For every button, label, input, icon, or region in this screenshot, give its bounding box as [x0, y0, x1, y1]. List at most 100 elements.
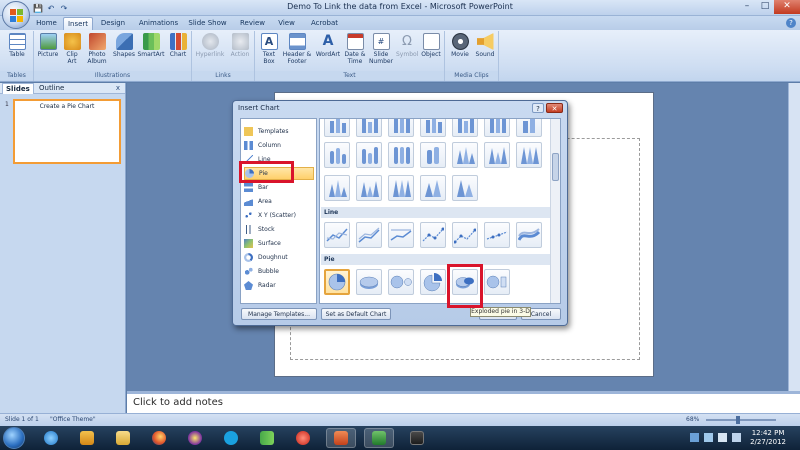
- category-stock[interactable]: Stock: [244, 223, 314, 236]
- dialog-help-button[interactable]: ?: [532, 103, 544, 113]
- smartart-button[interactable]: SmartArt: [137, 33, 165, 58]
- picture-button[interactable]: Picture: [36, 33, 60, 58]
- maximize-button[interactable]: □: [756, 0, 774, 14]
- object-button[interactable]: Object: [419, 33, 443, 58]
- manage-templates-button[interactable]: Manage Templates...: [241, 308, 317, 320]
- taskbar-app-red[interactable]: [288, 428, 318, 448]
- taskbar-media-player[interactable]: [72, 428, 102, 448]
- tab-view[interactable]: View: [274, 17, 299, 30]
- category-radar[interactable]: Radar: [244, 279, 314, 292]
- text-box-button[interactable]: A Text Box: [258, 33, 280, 65]
- office-button[interactable]: [2, 1, 30, 29]
- clip-art-button[interactable]: Clip Art: [62, 33, 82, 65]
- help-icon[interactable]: ?: [786, 18, 796, 28]
- symbol-button[interactable]: Ω Symbol: [396, 33, 418, 58]
- chart-button[interactable]: Chart: [167, 33, 189, 58]
- category-templates[interactable]: Templates: [244, 125, 314, 138]
- chart-thumb-pyramid[interactable]: [356, 175, 382, 201]
- tab-home[interactable]: Home: [33, 17, 60, 30]
- tab-slide-show[interactable]: Slide Show: [185, 17, 230, 30]
- dialog-close-button[interactable]: ✕: [546, 103, 563, 113]
- chart-thumb-pyramid[interactable]: [324, 175, 350, 201]
- chart-thumb-pie-of-pie[interactable]: [388, 269, 414, 295]
- tab-insert[interactable]: Insert: [63, 17, 93, 30]
- tab-design[interactable]: Design: [96, 17, 130, 30]
- gallery-scrollbar-thumb[interactable]: [552, 153, 559, 181]
- movie-button[interactable]: Movie: [448, 33, 472, 58]
- photo-album-button[interactable]: Photo Album: [84, 33, 110, 65]
- category-bar[interactable]: Bar: [244, 181, 314, 194]
- notes-pane[interactable]: Click to add notes: [127, 391, 800, 413]
- tab-acrobat[interactable]: Acrobat: [306, 17, 343, 30]
- chart-thumb-cylinder[interactable]: [420, 142, 446, 168]
- chart-thumb-line-markers[interactable]: [452, 222, 478, 248]
- taskbar-powerpoint[interactable]: [326, 428, 356, 448]
- taskbar-excel[interactable]: [364, 428, 394, 448]
- clock[interactable]: 12:42 PM 2/27/2012: [750, 429, 786, 447]
- chart-thumb-line-3d[interactable]: [516, 222, 542, 248]
- zoom-slider-thumb[interactable]: [735, 416, 740, 424]
- hyperlink-button[interactable]: Hyperlink: [194, 33, 226, 58]
- minimize-button[interactable]: –: [738, 0, 756, 14]
- category-line[interactable]: Line: [244, 153, 314, 166]
- tab-review[interactable]: Review: [237, 17, 268, 30]
- chart-thumb-exploded-pie-3d[interactable]: [452, 269, 478, 295]
- chart-thumb-exploded-pie[interactable]: [420, 269, 446, 295]
- date-time-button[interactable]: Date & Time: [344, 33, 366, 65]
- header-footer-button[interactable]: Header & Footer: [282, 33, 312, 65]
- chart-thumb-cone[interactable]: [484, 142, 510, 168]
- volume-icon[interactable]: [732, 433, 741, 442]
- chart-thumb-cylinder[interactable]: [324, 142, 350, 168]
- chart-thumb-line[interactable]: [388, 222, 414, 248]
- chart-thumb-pyramid[interactable]: [452, 175, 478, 201]
- chart-thumb-pie-3d[interactable]: [356, 269, 382, 295]
- network-icon[interactable]: [718, 433, 727, 442]
- taskbar-yahoo-messenger[interactable]: [180, 428, 210, 448]
- shapes-button[interactable]: Shapes: [112, 33, 136, 58]
- category-column[interactable]: Column: [244, 139, 314, 152]
- pane-close-icon[interactable]: x: [116, 83, 120, 94]
- slide-thumbnail[interactable]: Create a Pie Chart: [13, 99, 121, 164]
- chart-thumb-column-3d[interactable]: [484, 119, 510, 137]
- tab-animations[interactable]: Animations: [136, 17, 181, 30]
- chart-thumb-line-markers[interactable]: [484, 222, 510, 248]
- tab-outline[interactable]: Outline: [36, 83, 67, 94]
- category-bubble[interactable]: Bubble: [244, 265, 314, 278]
- taskbar-firefox[interactable]: [144, 428, 174, 448]
- zoom-level[interactable]: 68%: [686, 416, 699, 423]
- category-doughnut[interactable]: Doughnut: [244, 251, 314, 264]
- chart-thumb-cone[interactable]: [452, 142, 478, 168]
- chart-thumb-pyramid[interactable]: [420, 175, 446, 201]
- chart-thumb-pie[interactable]: [324, 269, 350, 295]
- category-surface[interactable]: Surface: [244, 237, 314, 250]
- chart-thumb-line[interactable]: [324, 222, 350, 248]
- chart-thumb-column-3d[interactable]: [516, 119, 542, 137]
- zoom-slider[interactable]: [706, 416, 776, 424]
- taskbar-internet-explorer[interactable]: [36, 428, 66, 448]
- chart-thumb-cylinder[interactable]: [388, 142, 414, 168]
- taskbar-app-dark[interactable]: [402, 428, 432, 448]
- chart-thumb-line-markers[interactable]: [420, 222, 446, 248]
- category-pie[interactable]: Pie: [244, 167, 314, 180]
- tab-slides[interactable]: Slides: [2, 83, 34, 94]
- slide-number-button[interactable]: # Slide Number: [368, 33, 394, 65]
- chart-thumb-bar-of-pie[interactable]: [484, 269, 510, 295]
- chart-thumb-column[interactable]: [388, 119, 414, 137]
- chart-thumb-column[interactable]: [356, 119, 382, 137]
- taskbar-network-app[interactable]: [252, 428, 282, 448]
- set-default-chart-button[interactable]: Set as Default Chart: [321, 308, 391, 320]
- chart-thumb-cylinder[interactable]: [356, 142, 382, 168]
- tray-icon-1[interactable]: [690, 433, 699, 442]
- chart-thumb-column-3d[interactable]: [452, 119, 478, 137]
- sound-button[interactable]: Sound: [473, 33, 497, 58]
- chart-thumb-pyramid[interactable]: [388, 175, 414, 201]
- tray-icon-2[interactable]: [704, 433, 713, 442]
- vertical-scrollbar[interactable]: [788, 83, 800, 391]
- action-button[interactable]: Action: [228, 33, 252, 58]
- chart-thumb-line[interactable]: [356, 222, 382, 248]
- taskbar-file-explorer[interactable]: [108, 428, 138, 448]
- wordart-button[interactable]: A WordArt: [314, 33, 342, 58]
- chart-thumb-cone[interactable]: [516, 142, 542, 168]
- category-xy-scatter[interactable]: X Y (Scatter): [244, 209, 314, 222]
- table-button[interactable]: Table: [4, 33, 30, 58]
